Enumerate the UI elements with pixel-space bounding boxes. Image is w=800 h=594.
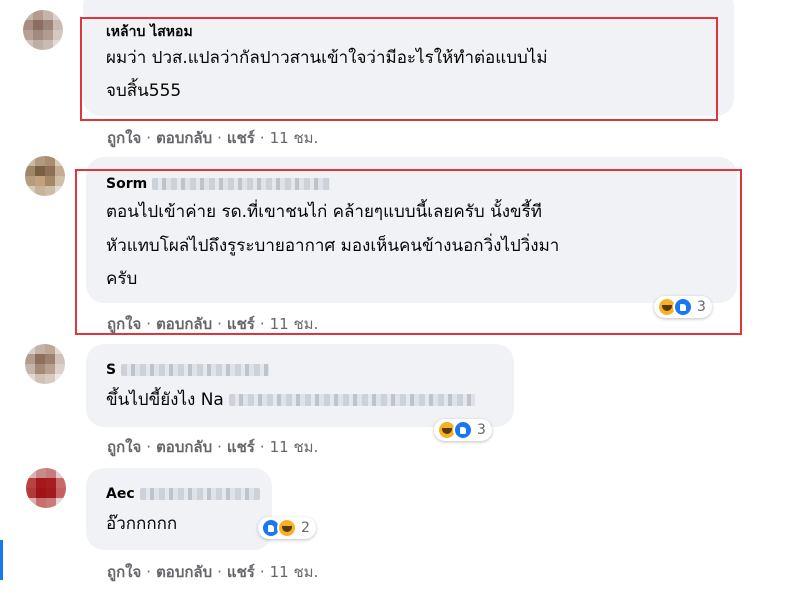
reaction-summary[interactable]: 2 [258, 517, 316, 539]
haha-icon [277, 518, 297, 538]
reply-link[interactable]: ตอบกลับ [156, 563, 212, 581]
comment-text-line: อ๊วกกกกก [106, 514, 178, 534]
share-link[interactable]: แชร์ [227, 563, 255, 581]
comment-actions: ถูกใจ · ตอบกลับ · แชร์ · 11 ชม. [107, 563, 319, 581]
avatar[interactable] [26, 468, 66, 508]
reaction-count: 2 [301, 520, 310, 536]
comment-author[interactable]: Aec [106, 486, 260, 502]
redacted-name [139, 488, 260, 500]
comment-item: Aec อ๊วกกกกก 2 ถูกใจ · ตอบกลับ · แชร์ · 11 ชม. [0, 0, 800, 594]
like-link[interactable]: ถูกใจ [107, 563, 141, 581]
thread-indicator [0, 540, 3, 580]
timestamp[interactable]: 11 ชม. [270, 563, 319, 581]
